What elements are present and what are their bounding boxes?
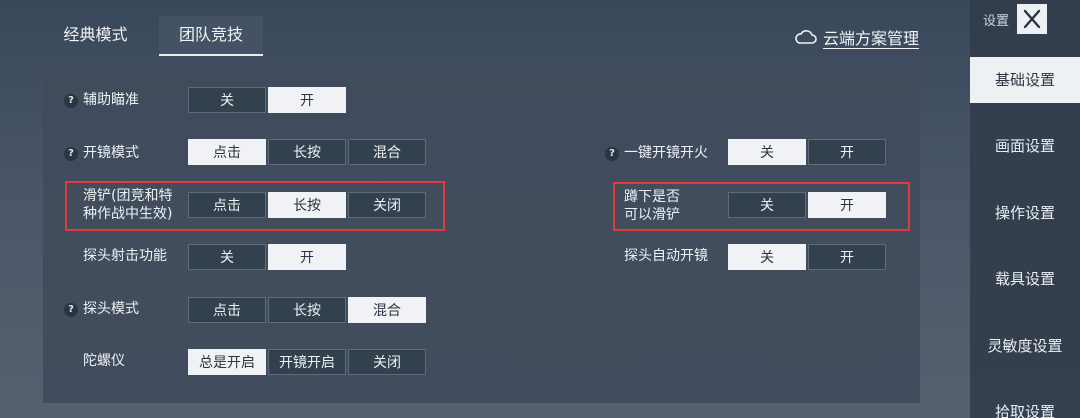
peek-mode-hold[interactable]: 长按 bbox=[268, 297, 346, 323]
peek-auto-scope-on[interactable]: 开 bbox=[808, 244, 886, 270]
help-icon[interactable]: ? bbox=[605, 147, 619, 161]
gyro-label: 陀螺仪 bbox=[83, 353, 125, 369]
peek-fire-label: 探头射击功能 bbox=[83, 248, 167, 264]
help-icon[interactable]: ? bbox=[64, 147, 78, 161]
crouch-slide-label-line2: 可以滑铲 bbox=[624, 207, 680, 223]
peek-mode-tap[interactable]: 点击 bbox=[188, 297, 266, 323]
sidebar-title: 设置 bbox=[983, 14, 1010, 29]
assist-aim-label: 辅助瞄准 bbox=[83, 92, 139, 108]
cloud-scheme-label: 云端方案管理 bbox=[823, 29, 920, 48]
slide-label-line2: 种作战中生效) bbox=[83, 206, 173, 222]
slide-hold[interactable]: 长按 bbox=[268, 192, 346, 218]
peek-fire-off[interactable]: 关 bbox=[188, 244, 266, 270]
peek-mode-mixed[interactable]: 混合 bbox=[348, 297, 426, 323]
sidebar-item-vehicle[interactable]: 载具设置 bbox=[970, 257, 1080, 301]
one-key-fire-label: 一键开镜开火 bbox=[624, 145, 708, 161]
tab-team-deathmatch[interactable]: 团队竞技 bbox=[159, 16, 263, 56]
slide-label-line1: 滑铲(团竞和特 bbox=[83, 188, 173, 204]
assist-aim-off[interactable]: 关 bbox=[188, 87, 266, 113]
sidebar-item-graphics[interactable]: 画面设置 bbox=[970, 124, 1080, 168]
top-bar: 经典模式 团队竞技 云端方案管理 bbox=[0, 0, 970, 60]
one-key-fire-on[interactable]: 开 bbox=[808, 139, 886, 165]
tab-classic-mode[interactable]: 经典模式 bbox=[48, 16, 143, 54]
crouch-slide-label-line1: 蹲下是否 bbox=[624, 189, 680, 205]
scope-mode-tap[interactable]: 点击 bbox=[188, 139, 266, 165]
gyro-selector: 总是开启 开镜开启 关闭 bbox=[188, 349, 428, 375]
scope-mode-label: 开镜模式 bbox=[83, 145, 139, 161]
gyro-off[interactable]: 关闭 bbox=[348, 349, 426, 375]
crouch-slide-toggle: 关 开 bbox=[728, 192, 888, 218]
peek-mode-label: 探头模式 bbox=[83, 301, 139, 317]
sidebar-item-controls[interactable]: 操作设置 bbox=[970, 191, 1080, 235]
peek-mode-selector: 点击 长按 混合 bbox=[188, 297, 428, 323]
peek-auto-scope-toggle: 关 开 bbox=[728, 244, 888, 270]
peek-fire-toggle: 关 开 bbox=[188, 244, 348, 270]
gyro-scope-on[interactable]: 开镜开启 bbox=[268, 349, 346, 375]
assist-aim-on[interactable]: 开 bbox=[268, 87, 346, 113]
sidebar-item-pickup[interactable]: 拾取设置 bbox=[970, 390, 1080, 418]
one-key-fire-off[interactable]: 关 bbox=[728, 139, 806, 165]
settings-panel: ? 辅助瞄准 关 开 ? 开镜模式 点击 长按 混合 ? 一键开镜开火 关 开 … bbox=[43, 68, 920, 403]
help-icon[interactable]: ? bbox=[64, 94, 78, 108]
close-button[interactable] bbox=[1017, 4, 1047, 34]
settings-sidebar: 设置 基础设置 画面设置 操作设置 载具设置 灵敏度设置 拾取设置 bbox=[970, 0, 1080, 418]
assist-aim-toggle: 关 开 bbox=[188, 87, 348, 113]
close-icon bbox=[1023, 9, 1041, 29]
crouch-slide-off[interactable]: 关 bbox=[728, 192, 806, 218]
peek-auto-scope-label: 探头自动开镜 bbox=[624, 248, 708, 264]
crouch-slide-on[interactable]: 开 bbox=[808, 192, 886, 218]
gyro-always-on[interactable]: 总是开启 bbox=[188, 349, 266, 375]
cloud-icon bbox=[795, 30, 817, 44]
cloud-scheme-link[interactable]: 云端方案管理 bbox=[795, 25, 919, 49]
scope-mode-mixed[interactable]: 混合 bbox=[348, 139, 426, 165]
sidebar-item-sensitivity[interactable]: 灵敏度设置 bbox=[970, 324, 1080, 368]
slide-tap[interactable]: 点击 bbox=[188, 192, 266, 218]
scope-mode-hold[interactable]: 长按 bbox=[268, 139, 346, 165]
sidebar-item-basic[interactable]: 基础设置 bbox=[970, 57, 1080, 103]
one-key-fire-toggle: 关 开 bbox=[728, 139, 888, 165]
sidebar-header: 设置 bbox=[970, 0, 1080, 40]
scope-mode-selector: 点击 长按 混合 bbox=[188, 139, 428, 165]
peek-fire-on[interactable]: 开 bbox=[268, 244, 346, 270]
slide-selector: 点击 长按 关闭 bbox=[188, 192, 428, 218]
help-icon[interactable]: ? bbox=[64, 303, 78, 317]
slide-off[interactable]: 关闭 bbox=[348, 192, 426, 218]
peek-auto-scope-off[interactable]: 关 bbox=[728, 244, 806, 270]
